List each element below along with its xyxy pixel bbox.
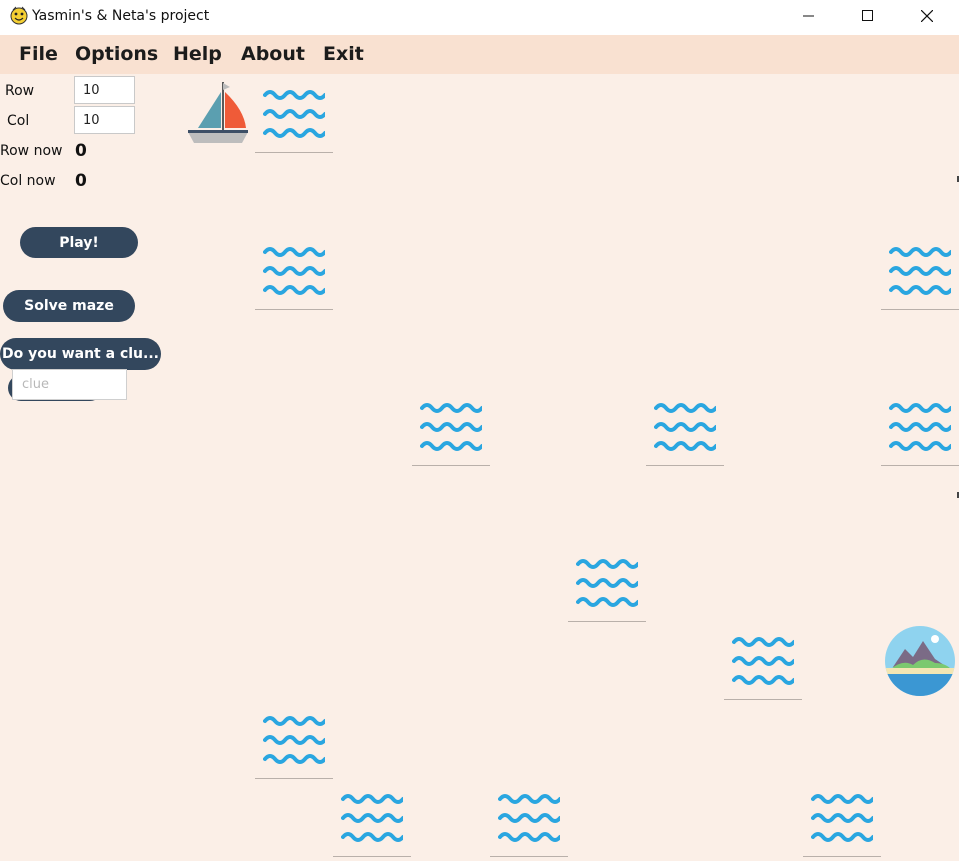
menu-about[interactable]: About <box>241 43 305 65</box>
python-app-icon <box>10 6 28 25</box>
water-cell <box>255 701 333 779</box>
play-button[interactable]: Play! <box>20 227 138 258</box>
menu-options[interactable]: Options <box>75 43 158 65</box>
water-waves-icon <box>654 403 716 451</box>
close-icon <box>921 10 933 22</box>
minimize-icon <box>803 15 814 17</box>
menu-bar: File Options Help About Exit <box>0 35 959 74</box>
col-now-label: Col now <box>0 173 56 189</box>
close-button[interactable] <box>904 0 950 32</box>
water-cell <box>803 779 881 857</box>
row-input[interactable]: 10 <box>74 76 135 104</box>
water-cell <box>333 779 411 857</box>
solve-maze-button[interactable]: Solve maze <box>3 290 135 322</box>
water-cell <box>568 544 646 622</box>
water-cell <box>255 232 333 310</box>
water-cell <box>646 388 724 466</box>
maximize-button[interactable] <box>845 0 891 32</box>
minimize-button[interactable] <box>786 0 832 32</box>
menu-help[interactable]: Help <box>173 43 222 65</box>
water-cell <box>881 388 959 466</box>
water-cell <box>490 779 568 857</box>
water-waves-icon <box>263 90 325 138</box>
island-icon <box>885 626 955 696</box>
water-waves-icon <box>420 403 482 451</box>
col-label: Col <box>7 113 30 129</box>
clue-button[interactable]: Do you want a clu... <box>0 338 161 370</box>
row-now-value: 0 <box>75 141 87 161</box>
water-waves-icon <box>732 637 794 685</box>
water-waves-icon <box>263 247 325 295</box>
window-title: Yasmin's & Neta's project <box>32 8 210 24</box>
col-input[interactable]: 10 <box>74 106 135 134</box>
sailboat-icon <box>188 82 248 143</box>
water-cell <box>255 75 333 153</box>
water-waves-icon <box>263 716 325 764</box>
row-now-label: Row now <box>0 143 63 159</box>
title-bar: Yasmin's & Neta's project <box>0 0 959 35</box>
water-waves-icon <box>498 794 560 842</box>
water-cell <box>724 622 802 700</box>
water-waves-icon <box>889 403 951 451</box>
water-waves-icon <box>811 794 873 842</box>
water-cell <box>412 388 490 466</box>
menu-file[interactable]: File <box>19 43 58 65</box>
clue-input[interactable]: clue <box>12 369 127 400</box>
water-cell <box>881 232 959 310</box>
col-now-value: 0 <box>75 171 87 191</box>
water-waves-icon <box>576 559 638 607</box>
water-waves-icon <box>341 794 403 842</box>
maximize-icon <box>862 10 873 21</box>
menu-exit[interactable]: Exit <box>323 43 364 65</box>
water-waves-icon <box>889 247 951 295</box>
row-label: Row <box>5 83 35 99</box>
